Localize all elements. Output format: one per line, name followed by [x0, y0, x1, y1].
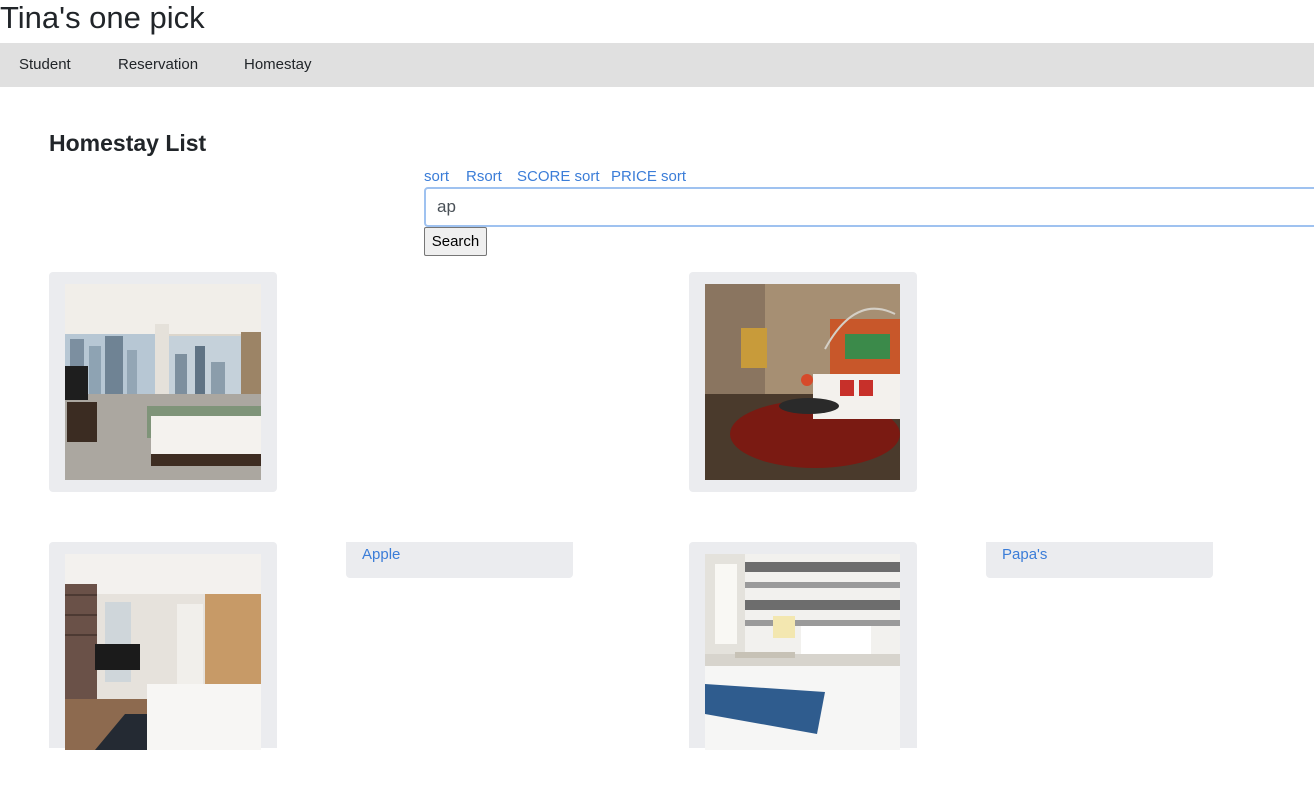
homestay-name-box: Apple — [346, 542, 573, 578]
nav-item-student[interactable]: Student — [19, 43, 71, 87]
homestay-name-link[interactable]: Papa's — [1002, 545, 1047, 565]
page-heading: Homestay List — [49, 130, 207, 156]
homestay-card-image[interactable] — [689, 272, 917, 492]
homestay-name-box: Papa's — [986, 542, 1213, 578]
main-navbar: Student Reservation Homestay — [0, 43, 1314, 87]
living-room-photo — [705, 284, 900, 480]
nav-item-reservation[interactable]: Reservation — [118, 43, 198, 87]
homestay-card-image[interactable] — [689, 542, 917, 750]
brick-wall-bedroom-photo — [65, 554, 261, 750]
search-button[interactable]: Search — [424, 227, 487, 256]
homestay-name-link[interactable]: Apple — [362, 545, 400, 565]
rsort-link[interactable]: Rsort — [466, 167, 502, 187]
sort-link[interactable]: sort — [424, 167, 449, 187]
striped-wall-bedroom-photo — [705, 554, 900, 750]
search-input[interactable] — [424, 187, 1314, 227]
price-sort-link[interactable]: PRICE sort — [611, 167, 686, 187]
homestay-card-image[interactable] — [49, 542, 277, 750]
homestay-card-image[interactable] — [49, 272, 277, 492]
score-sort-link[interactable]: SCORE sort — [517, 167, 600, 187]
site-title: Tina's one pick — [0, 0, 205, 35]
bedroom-city-view-photo — [65, 284, 261, 480]
nav-item-homestay[interactable]: Homestay — [244, 43, 312, 87]
